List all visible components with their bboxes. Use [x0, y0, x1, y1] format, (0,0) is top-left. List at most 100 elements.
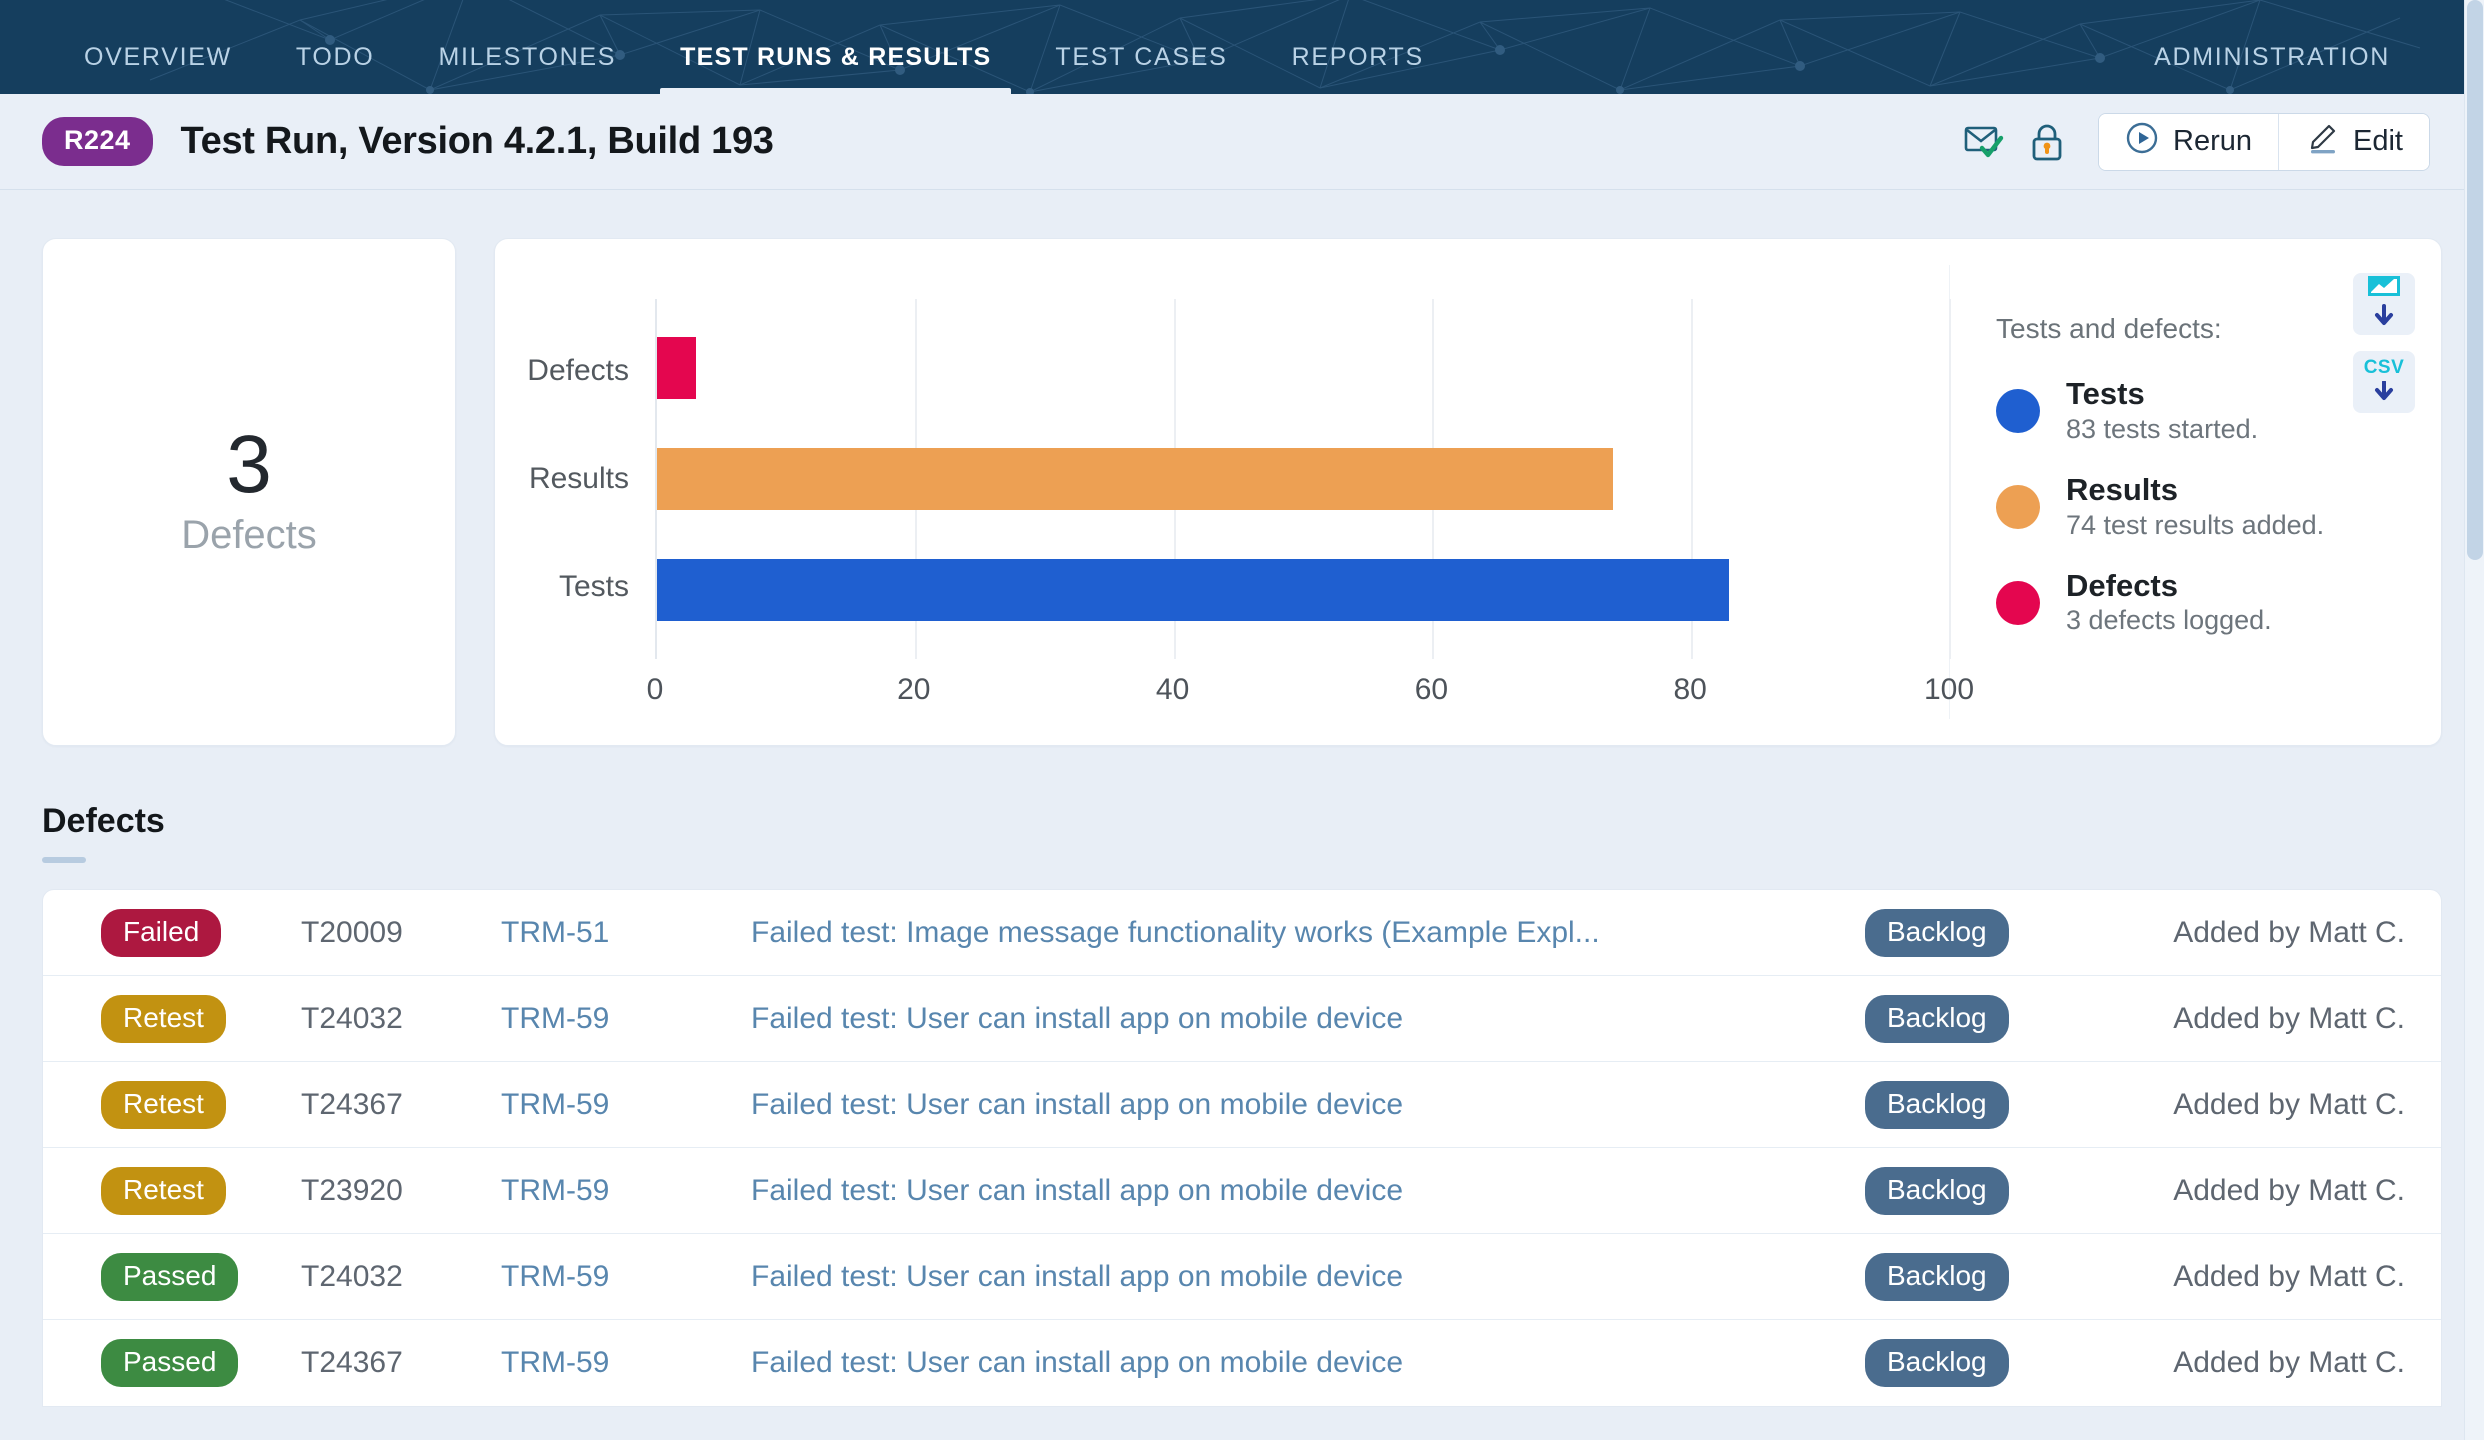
gridline-100: [1949, 299, 1951, 659]
nav-tab-reports[interactable]: REPORTS: [1260, 43, 1456, 94]
defect-title-link[interactable]: Failed test: User can install app on mob…: [751, 1346, 1865, 1380]
added-by: Added by Matt C.: [2105, 1002, 2405, 1036]
state-cell: Backlog: [1865, 909, 2105, 957]
lock-icon[interactable]: [2030, 123, 2064, 161]
defect-title-link[interactable]: Failed test: User can install app on mob…: [751, 1260, 1865, 1294]
table-row[interactable]: Retest T23920 TRM-59 Failed test: User c…: [43, 1148, 2441, 1234]
state-badge: Backlog: [1865, 1167, 2009, 1215]
nav-tab-milestones[interactable]: MILESTONES: [406, 43, 648, 94]
defect-reference-link[interactable]: TRM-59: [501, 1174, 751, 1208]
tests-and-defects-chart-card: Defects Results Tests: [494, 238, 2442, 746]
defect-reference-link[interactable]: TRM-59: [501, 1260, 751, 1294]
test-case-id: T24032: [301, 1002, 501, 1036]
legend-item-results: Results 74 test results added.: [1996, 471, 2419, 541]
chart-bar-results[interactable]: [657, 448, 1613, 510]
test-case-id: T20009: [301, 916, 501, 950]
status-cell: Retest: [101, 1081, 301, 1129]
table-row[interactable]: Passed T24367 TRM-59 Failed test: User c…: [43, 1320, 2441, 1406]
state-cell: Backlog: [1865, 1081, 2105, 1129]
legend-sub-tests: 83 tests started.: [2066, 414, 2258, 444]
state-cell: Backlog: [1865, 1339, 2105, 1387]
defect-title-link[interactable]: Failed test: User can install app on mob…: [751, 1174, 1865, 1208]
defects-section-header: Defects: [42, 802, 2442, 863]
chart-x-axis: 0 20 40 60 80 100: [655, 659, 1949, 719]
legend-name-defects: Defects: [2066, 568, 2178, 603]
nav-tab-test-runs-and-results[interactable]: TEST RUNS & RESULTS: [648, 43, 1023, 94]
legend-name-tests: Tests: [2066, 376, 2145, 411]
defect-reference-link[interactable]: TRM-59: [501, 1088, 751, 1122]
header-button-group: Rerun Edit: [2098, 113, 2430, 171]
status-badge: Passed: [101, 1339, 238, 1387]
nav-tabs: OVERVIEW TODO MILESTONES TEST RUNS & RES…: [0, 43, 1456, 94]
header-actions: Rerun Edit: [1964, 113, 2430, 171]
defect-reference-link[interactable]: TRM-59: [501, 1346, 751, 1380]
top-navigation-bar: OVERVIEW TODO MILESTONES TEST RUNS & RES…: [0, 0, 2484, 94]
status-cell: Retest: [101, 1167, 301, 1215]
nav-tab-todo[interactable]: TODO: [264, 43, 407, 94]
test-case-id: T24367: [301, 1346, 501, 1380]
table-row[interactable]: Retest T24367 TRM-59 Failed test: User c…: [43, 1062, 2441, 1148]
rerun-label: Rerun: [2173, 125, 2252, 158]
section-divider: [42, 857, 86, 863]
defect-reference-link[interactable]: TRM-59: [501, 1002, 751, 1036]
chart-bar-tests[interactable]: [657, 559, 1729, 621]
legend-item-defects: Defects 3 defects logged.: [1996, 567, 2419, 637]
legend-dot-results: [1996, 485, 2040, 529]
nav-tab-administration[interactable]: ADMINISTRATION: [2122, 43, 2422, 94]
state-badge: Backlog: [1865, 1339, 2009, 1387]
status-badge: Retest: [101, 1167, 226, 1215]
test-case-id: T24032: [301, 1260, 501, 1294]
download-arrow-icon: [2371, 304, 2397, 333]
status-badge: Passed: [101, 1253, 238, 1301]
scrollbar-thumb[interactable]: [2467, 0, 2483, 560]
state-cell: Backlog: [1865, 995, 2105, 1043]
run-id-badge[interactable]: R224: [42, 117, 153, 166]
added-by: Added by Matt C.: [2105, 916, 2405, 950]
xtick-20: 20: [897, 673, 930, 707]
xtick-0: 0: [647, 673, 664, 707]
status-cell: Failed: [101, 909, 301, 957]
chart-legend: Tests and defects: Tests 83 tests starte…: [1949, 265, 2419, 719]
status-cell: Passed: [101, 1253, 301, 1301]
defect-title-link[interactable]: Failed test: User can install app on mob…: [751, 1002, 1865, 1036]
table-row[interactable]: Retest T24032 TRM-59 Failed test: User c…: [43, 976, 2441, 1062]
chart-category-label-tests: Tests: [495, 570, 629, 604]
state-cell: Backlog: [1865, 1253, 2105, 1301]
status-badge: Retest: [101, 1081, 226, 1129]
legend-dot-tests: [1996, 389, 2040, 433]
main-content: 3 Defects Defects Results Tests: [0, 190, 2484, 1407]
legend-name-results: Results: [2066, 472, 2178, 507]
legend-sub-results: 74 test results added.: [2066, 510, 2324, 540]
chart-bars: [657, 299, 1949, 659]
xtick-80: 80: [1674, 673, 1707, 707]
state-badge: Backlog: [1865, 1081, 2009, 1129]
chart-bar-defects[interactable]: [657, 337, 696, 399]
mail-check-icon[interactable]: [1964, 124, 2004, 160]
bar-chart: Defects Results Tests: [495, 265, 1949, 719]
state-cell: Backlog: [1865, 1167, 2105, 1215]
nav-tab-overview[interactable]: OVERVIEW: [52, 43, 264, 94]
edit-button[interactable]: Edit: [2278, 114, 2429, 170]
defect-reference-link[interactable]: TRM-51: [501, 916, 751, 950]
table-row[interactable]: Passed T24032 TRM-59 Failed test: User c…: [43, 1234, 2441, 1320]
defects-count-label: Defects: [181, 513, 317, 558]
table-row[interactable]: Failed T20009 TRM-51 Failed test: Image …: [43, 890, 2441, 976]
csv-label: CSV: [2364, 357, 2405, 379]
added-by: Added by Matt C.: [2105, 1174, 2405, 1208]
added-by: Added by Matt C.: [2105, 1260, 2405, 1294]
chart-plot-area: [655, 299, 1949, 659]
nav-right-group: ADMINISTRATION: [2122, 43, 2484, 94]
defect-title-link[interactable]: Failed test: User can install app on mob…: [751, 1088, 1865, 1122]
download-image-button[interactable]: [2353, 273, 2415, 335]
xtick-60: 60: [1415, 673, 1448, 707]
test-case-id: T24367: [301, 1088, 501, 1122]
defect-title-link[interactable]: Failed test: Image message functionality…: [751, 916, 1865, 950]
legend-dot-defects: [1996, 581, 2040, 625]
nav-tab-test-cases[interactable]: TEST CASES: [1023, 43, 1259, 94]
page-scrollbar[interactable]: [2464, 0, 2484, 1440]
status-cell: Retest: [101, 995, 301, 1043]
download-csv-button[interactable]: CSV: [2353, 351, 2415, 413]
state-badge: Backlog: [1865, 1253, 2009, 1301]
rerun-button[interactable]: Rerun: [2099, 114, 2278, 170]
download-arrow-icon: [2371, 381, 2397, 408]
